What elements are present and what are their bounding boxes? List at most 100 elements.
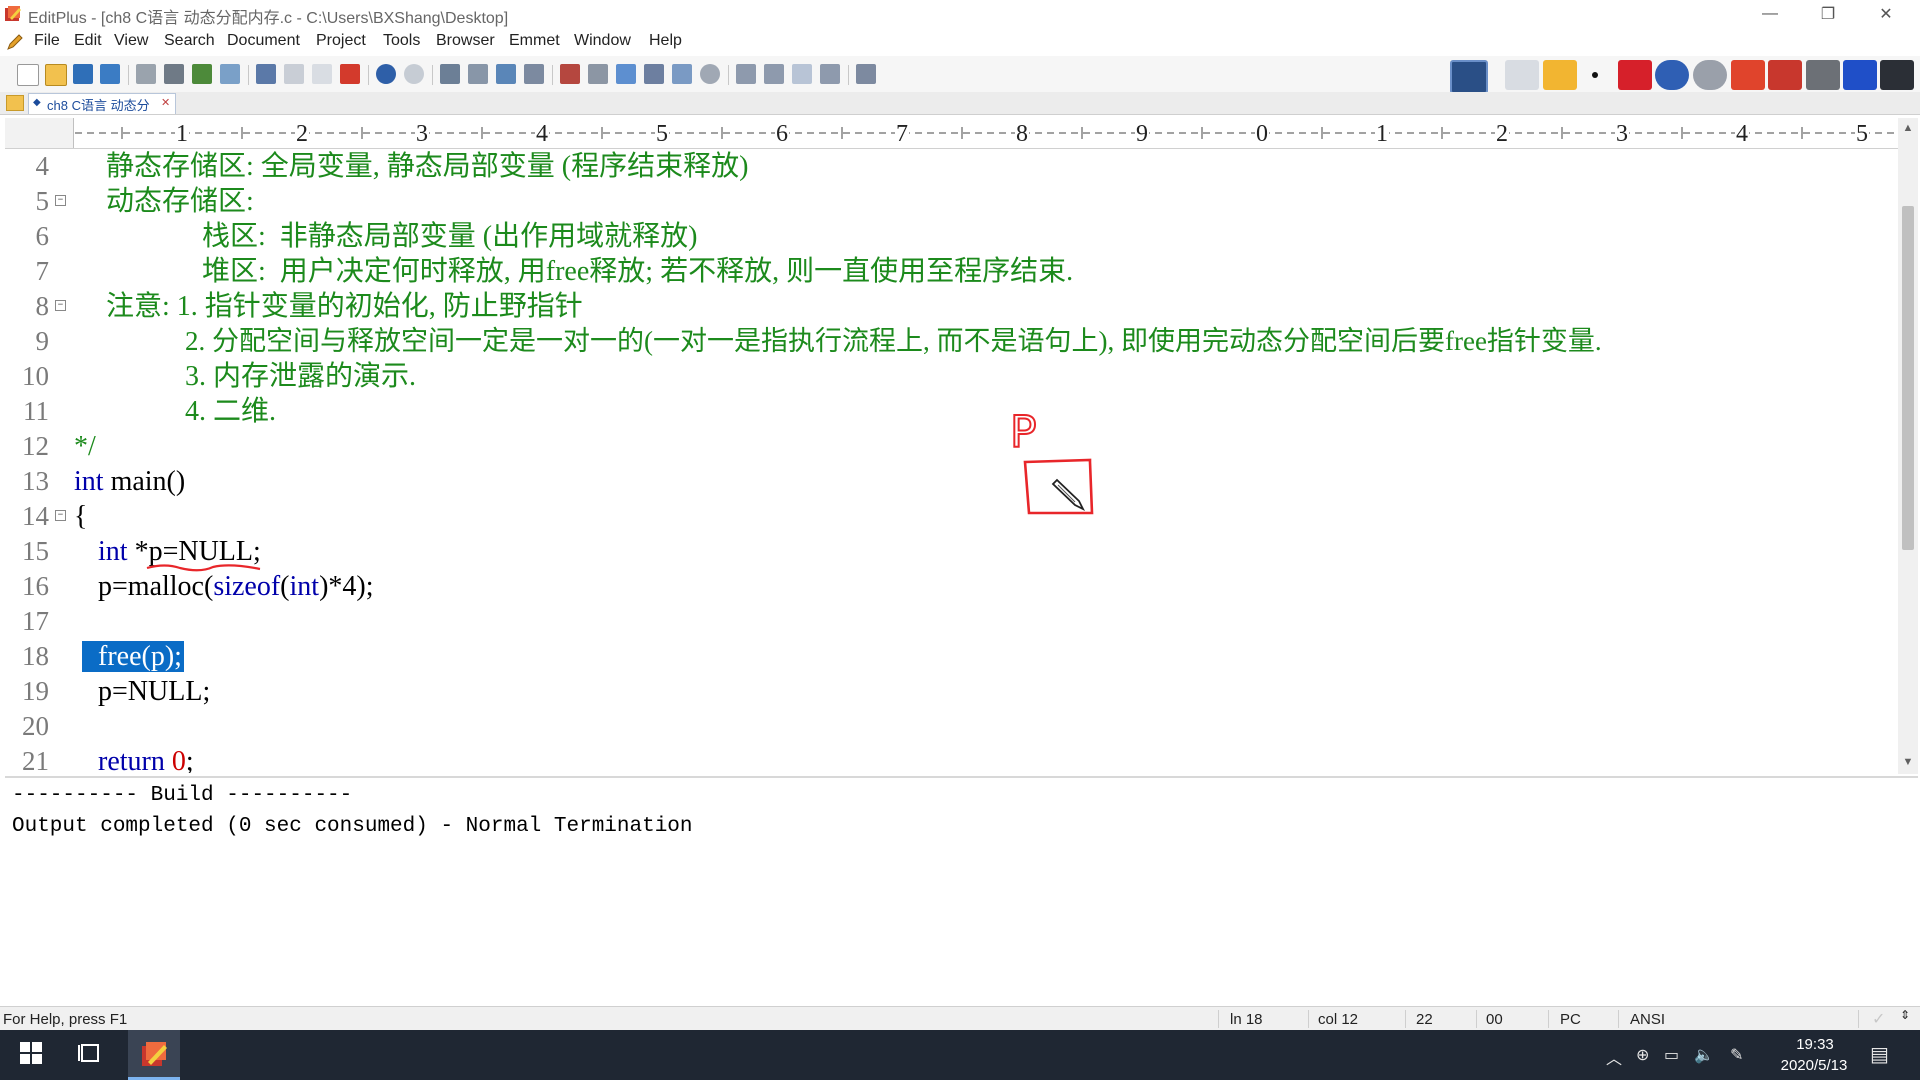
status-char-code: 00	[1486, 1011, 1503, 1028]
ruler-label: 2	[1496, 121, 1508, 147]
play-icon[interactable]	[1843, 60, 1877, 90]
restore-button[interactable]: ❐	[1800, 0, 1856, 28]
open-folder-icon[interactable]	[45, 64, 67, 86]
annotation-redo-icon[interactable]	[1693, 60, 1727, 90]
menu-tools[interactable]: Tools	[383, 32, 420, 50]
pointer-label-annotation: P	[1010, 407, 1037, 458]
undo-icon[interactable]	[376, 64, 396, 84]
volume-icon[interactable]: 🔈	[1694, 1045, 1714, 1065]
tab-label: ch8 C语言 动态分	[47, 98, 150, 113]
highlighter-icon[interactable]	[1618, 60, 1652, 90]
status-encoding[interactable]: ANSI	[1630, 1011, 1665, 1028]
menu-search[interactable]: Search	[164, 32, 215, 50]
directory-window-icon[interactable]	[736, 64, 756, 84]
modified-dot-icon: ◆	[33, 97, 41, 108]
underline-annotation	[146, 564, 261, 572]
screen-pointer-icon[interactable]	[1450, 60, 1488, 94]
scrollbar-thumb[interactable]	[1902, 206, 1914, 550]
windows-start-icon[interactable]	[20, 1042, 42, 1064]
editplus-app-icon	[142, 1042, 167, 1066]
split-window-icon[interactable]	[820, 64, 840, 84]
menu-view[interactable]: View	[114, 32, 148, 50]
spell-check-icon[interactable]	[192, 64, 212, 84]
tray-overflow-chevron-icon[interactable]: ︿	[1606, 1045, 1622, 1069]
menu-help[interactable]: Help	[649, 32, 682, 50]
network-globe-icon[interactable]: ⊕	[1636, 1045, 1649, 1065]
status-line-count: 22	[1416, 1011, 1433, 1028]
save-all-icon[interactable]	[100, 64, 120, 84]
pen-size-icon[interactable]	[1592, 72, 1598, 78]
cliptext-window-icon[interactable]	[764, 64, 784, 84]
copy-icon[interactable]	[284, 64, 304, 84]
vertical-scrollbar[interactable]: ▲ ▼	[1898, 118, 1918, 774]
ruler-label: 3	[1616, 121, 1628, 147]
output-window-icon[interactable]	[792, 64, 812, 84]
print-icon[interactable]	[164, 64, 184, 84]
status-file-format[interactable]: PC	[1560, 1011, 1581, 1028]
trash-icon[interactable]	[1806, 60, 1840, 90]
window-title: EditPlus - [ch8 C语言 动态分配内存.c - C:\Users\…	[28, 10, 509, 27]
toolbar-separator	[128, 65, 129, 85]
find-icon[interactable]	[440, 64, 460, 84]
notification-center-icon[interactable]: ▤	[1870, 1042, 1889, 1067]
find-in-files-icon[interactable]	[496, 64, 516, 84]
pencil-icon[interactable]	[1543, 60, 1577, 90]
menu-panel-icon[interactable]	[1880, 60, 1914, 90]
menu-browser[interactable]: Browser	[436, 32, 495, 50]
hex-viewer-icon[interactable]	[588, 64, 608, 84]
line-number-icon[interactable]	[644, 64, 664, 84]
save-screenshot-icon[interactable]	[1768, 60, 1802, 90]
battery-icon[interactable]: ▭	[1664, 1045, 1679, 1065]
output-window[interactable]: ---------- Build ---------- Output compl…	[5, 776, 1918, 1006]
cut-icon[interactable]	[256, 64, 276, 84]
tab-document[interactable]: ◆ ch8 C语言 动态分 ✕	[28, 93, 176, 114]
folder-icon[interactable]	[6, 95, 24, 111]
clear-icon[interactable]	[1731, 60, 1765, 90]
scroll-down-icon[interactable]: ▼	[1898, 752, 1918, 772]
print-preview-icon[interactable]	[136, 64, 156, 84]
ruler-label: 1	[176, 121, 188, 147]
resize-arrows-icon[interactable]: ⇕	[1900, 1008, 1910, 1022]
ruler-label: 7	[896, 121, 908, 147]
close-button[interactable]: ✕	[1858, 0, 1914, 28]
menu-file[interactable]: File	[34, 32, 60, 50]
tab-close-icon[interactable]: ✕	[161, 96, 170, 109]
task-view-icon[interactable]	[78, 1042, 102, 1064]
status-divider	[1405, 1010, 1406, 1028]
menu-document[interactable]: Document	[227, 32, 300, 50]
pen-icon	[7, 34, 23, 50]
menu-window[interactable]: Window	[574, 32, 631, 50]
eraser-icon[interactable]	[1505, 60, 1539, 90]
toolbar	[0, 56, 1920, 94]
annotation-undo-icon[interactable]	[1655, 60, 1689, 90]
toolbar-separator	[848, 65, 849, 85]
refresh-icon[interactable]	[220, 64, 240, 84]
font-icon[interactable]	[560, 64, 580, 84]
ruler-label: 5	[656, 121, 668, 147]
pen-ink-icon[interactable]: ✎	[1730, 1045, 1743, 1065]
code-editor[interactable]: 4 静态存储区: 全局变量, 静态局部变量 (程序结束释放) 5 − 动态存储区…	[5, 149, 1898, 773]
editplus-app-icon[interactable]	[4, 5, 22, 23]
paste-icon[interactable]	[312, 64, 332, 84]
redo-icon[interactable]	[404, 64, 424, 84]
settings-gear-icon[interactable]	[700, 64, 720, 84]
menu-project[interactable]: Project	[316, 32, 366, 50]
status-divider	[1858, 1010, 1859, 1028]
word-wrap-icon[interactable]	[616, 64, 636, 84]
replace-icon[interactable]	[468, 64, 488, 84]
save-icon[interactable]	[73, 64, 93, 84]
ruler-toggle-icon[interactable]	[672, 64, 692, 84]
menu-bar: File Edit View Search Document Project T…	[0, 29, 1920, 55]
goto-line-icon[interactable]	[524, 64, 544, 84]
minimize-button[interactable]: —	[1742, 0, 1798, 28]
scroll-up-icon[interactable]: ▲	[1898, 118, 1918, 138]
clock-time[interactable]: 19:33	[1770, 1036, 1860, 1053]
menu-emmet[interactable]: Emmet	[509, 32, 560, 50]
ruler-label: 5	[1856, 121, 1868, 147]
new-file-icon[interactable]	[17, 64, 39, 86]
editplus-taskbar-button[interactable]	[128, 1030, 180, 1080]
help-icon[interactable]	[856, 64, 876, 84]
clock-date[interactable]: 2020/5/13	[1764, 1057, 1864, 1074]
delete-icon[interactable]	[340, 64, 360, 84]
menu-edit[interactable]: Edit	[74, 32, 102, 50]
